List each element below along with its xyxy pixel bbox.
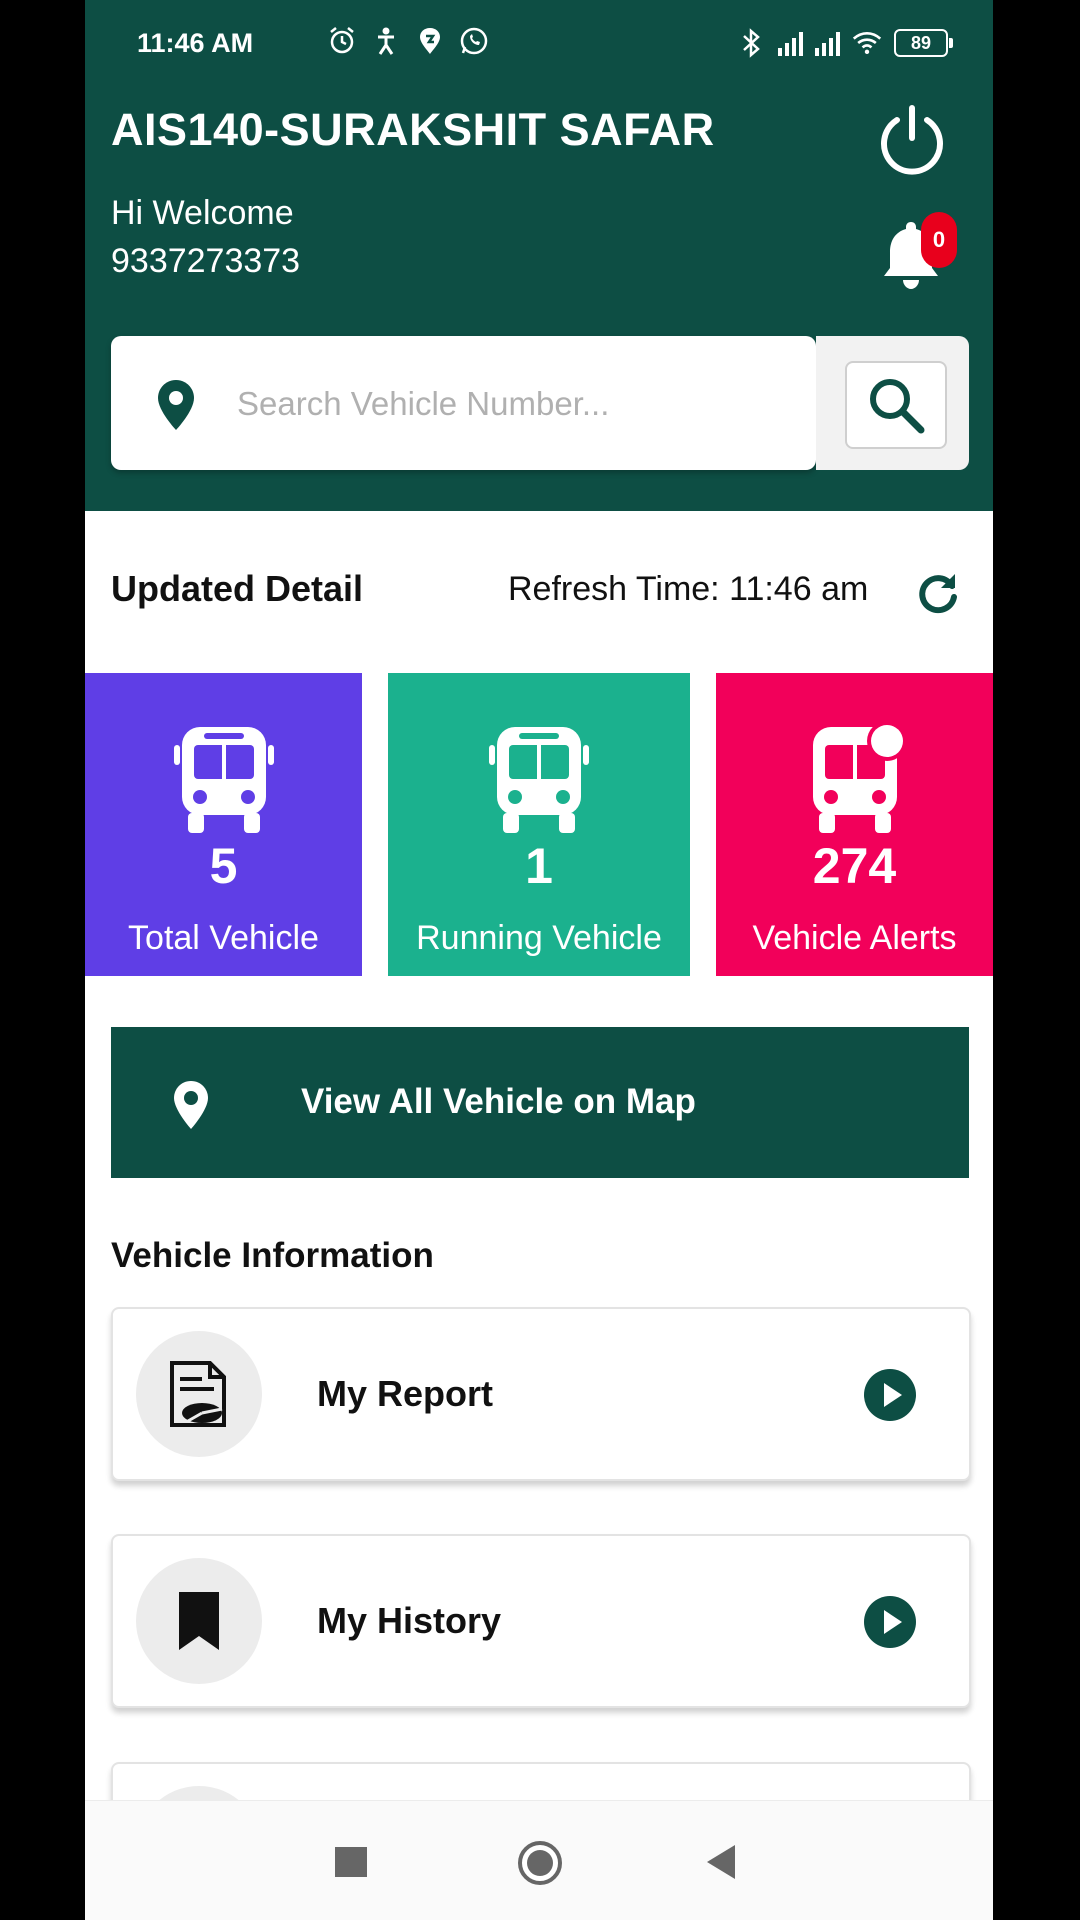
status-bar: 11:46 AM 89 <box>137 22 953 68</box>
history-icon-circle <box>136 1558 262 1684</box>
bookmark-icon <box>179 1592 219 1650</box>
location-pin-icon <box>174 1081 208 1129</box>
status-time: 11:46 AM <box>137 28 254 58</box>
power-icon[interactable] <box>875 102 949 176</box>
view-map-button[interactable]: View All Vehicle on Map <box>111 1027 969 1178</box>
accessibility-icon <box>371 26 401 56</box>
stat-value: 274 <box>812 838 897 894</box>
app-title: AIS140-SURAKSHIT SAFAR <box>111 104 715 155</box>
search-box <box>111 336 816 470</box>
stat-card-vehicle-alerts[interactable]: 274 Vehicle Alerts <box>716 673 993 976</box>
stat-card-running-vehicle[interactable]: 1 Running Vehicle <box>388 673 690 976</box>
signal-icon <box>815 30 840 56</box>
app-header: 11:46 AM 89 AIS140-SURAKSHIT SAFAR Hi We… <box>85 0 993 511</box>
notification-badge: 0 <box>921 212 957 268</box>
bluetooth-icon <box>736 28 766 58</box>
stat-card-total-vehicle[interactable]: 5 Total Vehicle <box>85 673 362 976</box>
search-icon <box>870 379 925 434</box>
bus-icon <box>173 727 274 833</box>
report-icon <box>170 1361 226 1427</box>
whatsapp-icon <box>459 26 489 56</box>
signal-icon <box>778 30 803 56</box>
alarm-icon <box>327 26 357 56</box>
my-report-item[interactable]: My Report <box>111 1307 971 1481</box>
refresh-time: Refresh Time: 11:46 am <box>508 570 869 608</box>
search-button[interactable] <box>845 361 947 449</box>
location-pin-icon <box>158 380 194 430</box>
search-input[interactable] <box>235 374 799 434</box>
stat-label: Total Vehicle <box>128 919 319 957</box>
battery-icon: 89 <box>894 29 953 57</box>
stat-label: Running Vehicle <box>416 919 662 957</box>
swiggy-icon <box>415 26 445 56</box>
report-icon-circle <box>136 1331 262 1457</box>
view-map-label: View All Vehicle on Map <box>301 1082 696 1121</box>
stat-label: Vehicle Alerts <box>752 919 957 957</box>
back-button[interactable] <box>707 1845 735 1879</box>
user-phone: 9337273373 <box>111 242 301 280</box>
bus-alert-icon <box>812 725 905 833</box>
recents-button[interactable] <box>335 1847 367 1877</box>
my-history-label: My History <box>317 1600 502 1641</box>
updated-detail-title: Updated Detail <box>111 568 364 609</box>
app-screen: 11:46 AM 89 AIS140-SURAKSHIT SAFAR Hi We… <box>85 0 993 1920</box>
vehicle-information-title: Vehicle Information <box>111 1236 434 1275</box>
system-nav-bar <box>85 1800 993 1920</box>
welcome-text: Hi Welcome <box>111 194 294 232</box>
play-arrow-icon[interactable] <box>864 1369 916 1421</box>
wifi-icon <box>852 28 882 58</box>
play-arrow-icon[interactable] <box>864 1596 916 1648</box>
refresh-icon[interactable] <box>915 570 961 616</box>
stat-value: 5 <box>209 838 238 894</box>
home-button[interactable] <box>518 1841 562 1885</box>
stat-value: 1 <box>525 838 553 894</box>
bus-icon <box>489 727 589 833</box>
my-history-item[interactable]: My History <box>111 1534 971 1708</box>
my-report-label: My Report <box>317 1373 494 1414</box>
